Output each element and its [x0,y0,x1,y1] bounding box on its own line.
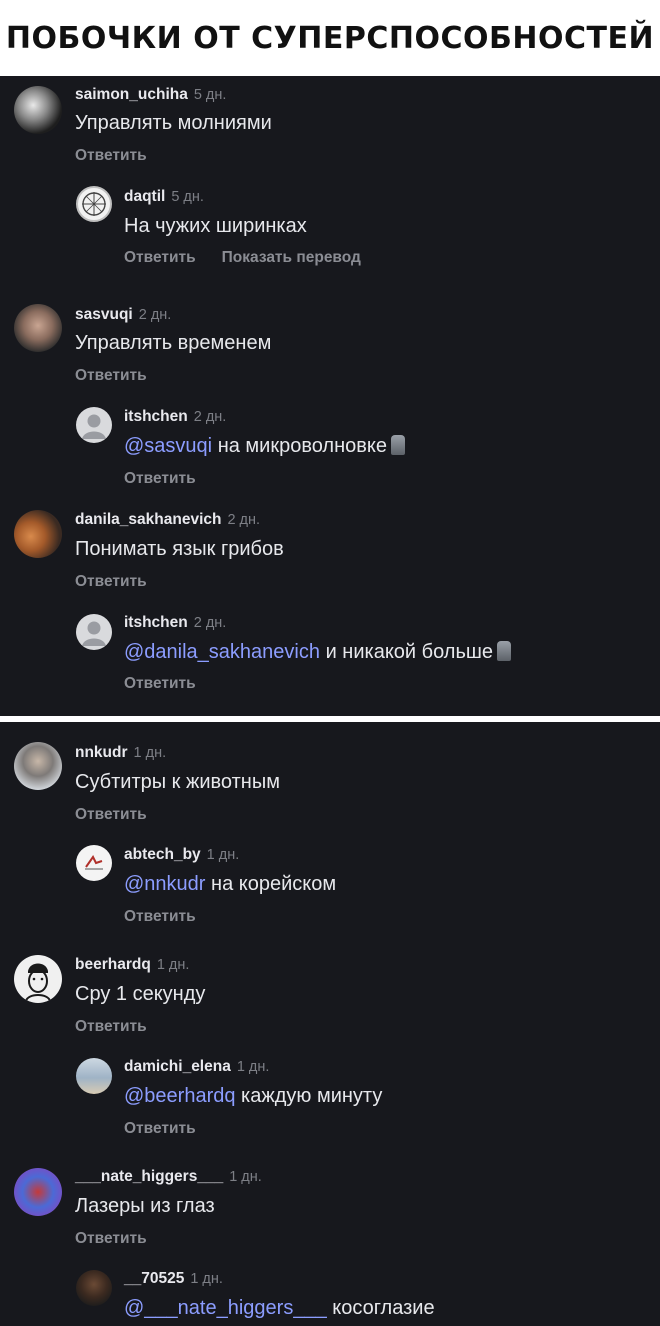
page-title: ПОБОЧКИ ОТ СУПЕРСПОСОБНОСТЕЙ [5,20,655,56]
avatar[interactable] [14,86,62,134]
comment-text: Управлять временем [75,332,272,354]
comment-username[interactable]: saimon_uchiha [75,86,188,103]
comment-username[interactable]: ___nate_higgers___ [75,1168,223,1185]
reply-button[interactable]: Ответить [124,470,196,487]
mention-link[interactable]: @___nate_higgers___ [124,1297,327,1319]
reply-button[interactable]: Ответить [124,908,196,925]
reply-time: 1 дн. [206,847,240,863]
moai-emoji-icon [390,435,405,455]
reply-time: 1 дн. [236,1059,270,1075]
reply-button[interactable]: Ответить [75,367,147,384]
reply-username[interactable]: daqtil [124,188,165,205]
comment-time: 1 дн. [229,1169,262,1185]
reply-body: на корейском [211,873,337,895]
reply-username[interactable]: __70525 [124,1270,184,1287]
comment-time: 2 дн. [138,307,172,323]
mention-link[interactable]: @sasvuqi [124,435,212,457]
comment-text: Понимать язык грибов [75,538,284,560]
avatar[interactable] [76,845,112,881]
reply-text: @danila_sakhanevich и никакой больше [124,641,512,664]
avatar[interactable] [76,186,112,222]
comment-text: Лазеры из глаз [75,1195,215,1217]
reply-button[interactable]: Ответить [75,1230,147,1247]
comment-username[interactable]: beerhardq [75,956,151,973]
reply-body: косоглазие [332,1297,435,1319]
reply-button[interactable]: Ответить [75,806,147,823]
reply-button[interactable]: Ответить [124,675,196,692]
reply-button[interactable]: Ответить [124,249,196,266]
reply-text: @beerhardq каждую минуту [124,1085,382,1108]
reply-text: На чужих ширинках [124,215,307,237]
comment-username[interactable]: nnkudr [75,744,128,761]
mention-link[interactable]: @beerhardq [124,1085,235,1107]
reply-button[interactable]: Ответить [75,147,147,164]
comment-text: Субтитры к животным [75,771,280,793]
default-user-icon [82,621,106,646]
reply-username[interactable]: abtech_by [124,846,201,863]
comment-time: 1 дн. [133,745,167,761]
comments-panel-2: nnkudr 1 дн. Субтитры к животным Ответить… [0,722,660,1326]
reply-text: @sasvuqi на микроволновке [124,435,405,458]
avatar[interactable] [76,614,112,650]
comment-time: 1 дн. [156,957,190,973]
comment-username[interactable]: danila_sakhanevich [75,511,221,528]
reply-time: 2 дн. [193,615,227,631]
comments-panel-1: saimon_uchiha 5 дн. Управлять молниями От… [0,76,660,716]
comment-text: Управлять молниями [75,112,272,134]
reply-button[interactable]: Ответить [124,1120,196,1137]
reply-username[interactable]: itshchen [124,408,188,425]
avatar[interactable] [14,955,62,1003]
avatar[interactable] [76,1270,112,1306]
reply-text: @nnkudr на корейском [124,873,336,896]
comment-text: Сру 1 секунду [75,983,206,1005]
avatar[interactable] [14,510,62,558]
reply-body: каждую минуту [241,1085,383,1107]
face-sketch-icon [25,963,51,1002]
comment-username[interactable]: sasvuqi [75,306,133,323]
reply-username[interactable]: itshchen [124,614,188,631]
comment-time: 2 дн. [227,512,261,528]
brand-logo-icon [85,855,103,870]
avatar[interactable] [76,407,112,443]
reply-time: 1 дн. [190,1271,223,1287]
comment-time: 5 дн. [193,87,227,103]
compass-icon [82,192,106,216]
reply-time: 2 дн. [193,409,227,425]
mention-link[interactable]: @nnkudr [124,873,205,895]
avatar[interactable] [76,1058,112,1094]
reply-button[interactable]: Ответить [75,573,147,590]
avatar[interactable] [14,1168,62,1216]
mention-link[interactable]: @danila_sakhanevich [124,641,320,663]
reply-button[interactable]: Ответить [75,1018,147,1035]
reply-text: @___nate_higgers___ косоглазие [124,1297,435,1320]
reply-body: и никакой больше [325,641,494,663]
moai-emoji-icon [497,641,512,661]
avatar[interactable] [14,304,62,352]
show-translation-button[interactable]: Показать перевод [222,249,361,266]
default-user-icon [82,414,106,439]
avatar[interactable] [14,742,62,790]
reply-time: 5 дн. [171,189,204,205]
reply-username[interactable]: damichi_elena [124,1058,231,1075]
reply-body: на микроволновке [217,435,387,457]
